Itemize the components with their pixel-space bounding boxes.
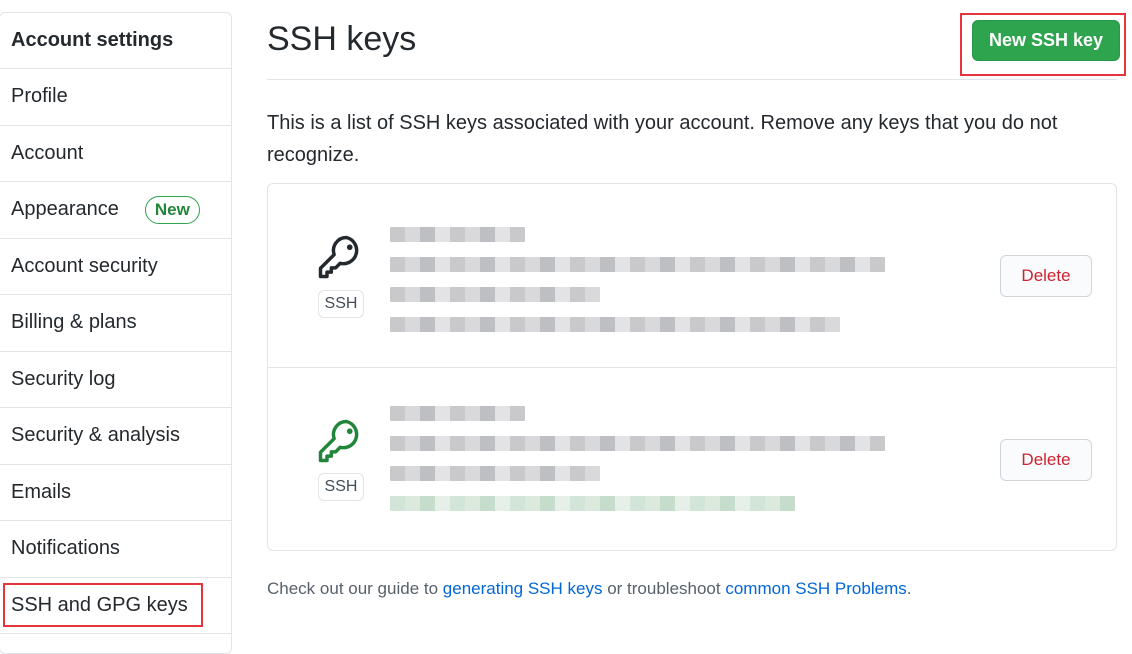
sidebar-item-security-log[interactable]: Security log [0, 352, 231, 408]
delete-key-button[interactable]: Delete [1000, 439, 1092, 481]
key-icon [318, 235, 359, 279]
generating-ssh-keys-link[interactable]: generating SSH keys [443, 579, 603, 598]
sidebar-item-label: Security log [11, 367, 116, 390]
description-text: This is a list of SSH keys associated wi… [267, 112, 1058, 166]
sidebar-item-account-security[interactable]: Account security [0, 239, 231, 295]
sidebar-item-label: Emails [11, 480, 72, 503]
ssh-type-badge: SSH [318, 290, 364, 318]
page-header: SSH keys New SSH key [267, 0, 1126, 80]
help-text: or troubleshoot [602, 579, 726, 598]
main-content: SSH keys New SSH key This is a list of S… [267, 0, 1126, 599]
sidebar-item-label: Billing & plans [11, 311, 137, 334]
redacted-key-details [390, 257, 885, 347]
sidebar-item-label: Profile [11, 85, 68, 108]
sidebar-item-label: Account security [11, 254, 158, 277]
redacted-key-details [390, 436, 885, 526]
sidebar-item-profile[interactable]: Profile [0, 69, 231, 126]
delete-key-button[interactable]: Delete [1000, 255, 1092, 297]
new-ssh-key-button[interactable]: New SSH key [972, 20, 1120, 61]
sidebar-heading: Account settings [0, 13, 231, 69]
sidebar-item-ssh-gpg-keys[interactable]: SSH and GPG keys [0, 578, 231, 634]
help-note: Check out our guide to generating SSH ke… [267, 579, 1117, 599]
sidebar-item-emails[interactable]: Emails [0, 465, 231, 521]
page-title: SSH keys [267, 20, 417, 58]
sidebar-item-label: Security & analysis [11, 424, 180, 447]
sidebar-item-label: Notifications [11, 537, 120, 560]
sidebar-item-notifications[interactable]: Notifications [0, 521, 231, 578]
ssh-key-list: SSH Delete SSH Delete [267, 183, 1117, 551]
new-badge: New [144, 195, 200, 224]
sidebar-item-account[interactable]: Account [0, 126, 231, 182]
sidebar-item-appearance[interactable]: Appearance New [0, 182, 231, 239]
redacted-key-title [390, 406, 525, 436]
ssh-key-item: SSH Delete [268, 368, 1116, 550]
sidebar-item-label: SSH and GPG keys [11, 593, 188, 616]
settings-sidebar: Account settings Profile Account Appeara… [0, 12, 232, 654]
help-text: . [906, 579, 912, 598]
sidebar-item-label: Appearance [11, 198, 119, 221]
sidebar-item-billing[interactable]: Billing & plans [0, 295, 231, 352]
ssh-type-badge: SSH [318, 473, 364, 501]
redacted-key-title [390, 211, 525, 257]
sidebar-item-security-analysis[interactable]: Security & analysis [0, 408, 231, 465]
highlight-box: New SSH key [960, 13, 1126, 76]
sidebar-item-label: Account [11, 141, 84, 164]
help-text: Check out our guide to [267, 579, 443, 598]
common-ssh-problems-link[interactable]: common SSH Problems [725, 579, 906, 598]
ssh-key-item: SSH Delete [268, 184, 1116, 368]
key-icon [318, 419, 359, 463]
